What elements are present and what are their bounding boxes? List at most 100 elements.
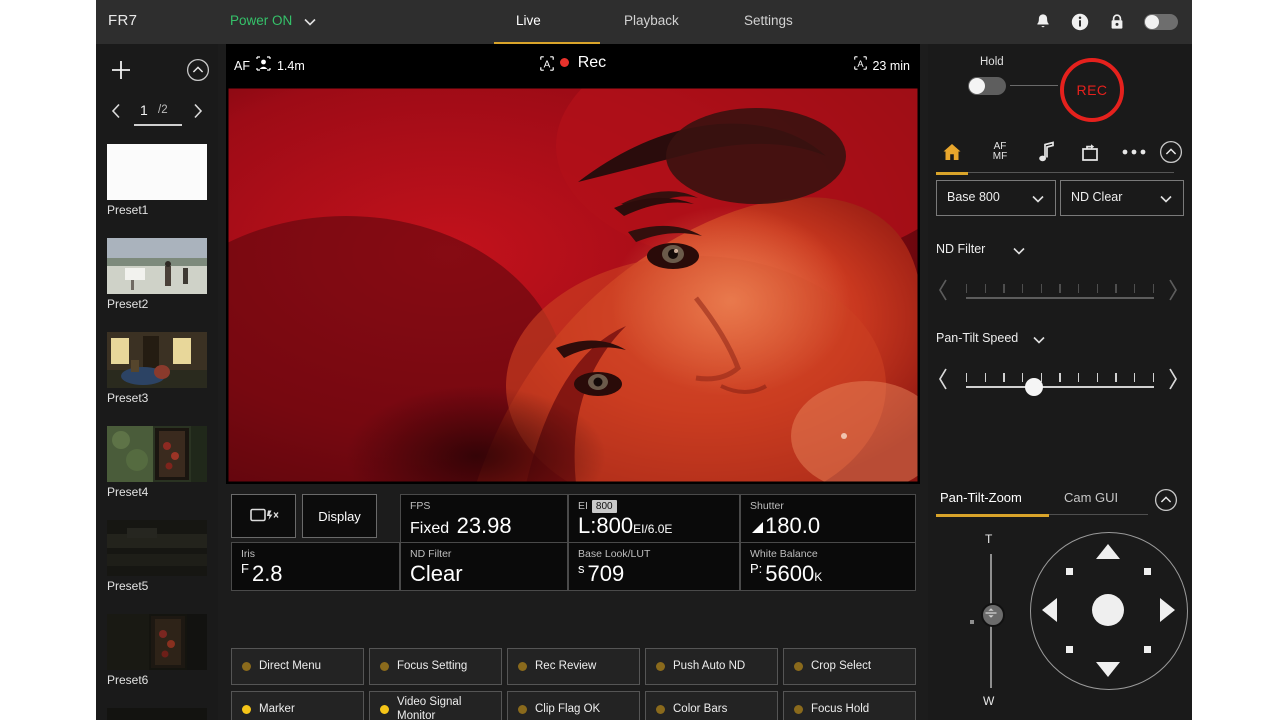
chevron-left-icon[interactable] <box>936 366 950 392</box>
status-cell-nd-filter[interactable]: ND Filter Clear <box>400 542 568 591</box>
page-underline <box>134 124 182 126</box>
zoom-slider[interactable]: T W <box>968 532 1014 712</box>
status-value: 180.0 <box>750 513 820 539</box>
dropdown-base-iso[interactable]: Base 800 <box>936 180 1056 216</box>
camera-flip-icon <box>1082 144 1098 161</box>
more-dots-icon <box>1122 149 1146 155</box>
tab-audio[interactable] <box>1032 136 1062 168</box>
square-dot-icon[interactable] <box>1066 568 1073 575</box>
preset-item[interactable]: Preset4 <box>96 426 218 520</box>
preset-item[interactable]: Preset5 <box>96 520 218 614</box>
hold-label: Hold <box>980 56 1004 68</box>
tab-more[interactable] <box>1118 136 1150 168</box>
triangle-down-icon[interactable] <box>1096 662 1120 682</box>
hold-toggle[interactable] <box>968 77 1006 95</box>
page-total: /2 <box>158 104 168 116</box>
preset-thumbnail[interactable] <box>107 144 207 200</box>
lock-toggle[interactable] <box>1144 14 1178 30</box>
triangle-right-icon[interactable] <box>1160 598 1175 627</box>
monitor-off-button[interactable] <box>231 494 296 538</box>
function-button[interactable]: Focus Hold <box>783 691 916 720</box>
chevron-right-icon[interactable] <box>1166 277 1180 303</box>
shutter-angle-icon <box>750 520 765 537</box>
function-button[interactable]: Marker <box>231 691 364 720</box>
function-button[interactable]: Crop Select <box>783 648 916 685</box>
preset-item[interactable]: Preset1 <box>96 144 218 238</box>
chevron-left-icon[interactable] <box>108 102 124 120</box>
tab-pan-tilt-zoom[interactable]: Pan-Tilt-Zoom <box>940 490 1022 505</box>
chevron-down-icon[interactable] <box>1011 244 1027 258</box>
status-cell-iris[interactable]: Iris F 2.8 <box>231 542 400 591</box>
function-button[interactable]: Rec Review <box>507 648 640 685</box>
zoom-knob[interactable] <box>981 602 1005 627</box>
slider-tick <box>1133 284 1136 293</box>
triangle-left-icon[interactable] <box>1042 598 1057 627</box>
panel-collapse-button[interactable] <box>1158 136 1184 168</box>
tab-camera-flip[interactable] <box>1074 136 1106 168</box>
preset-list[interactable]: Preset1 Preset2 Preset3 Preset4 Preset5 Prese… <box>96 144 218 720</box>
preset-thumbnail[interactable] <box>107 332 207 388</box>
function-button[interactable]: Direct Menu <box>231 648 364 685</box>
chevron-right-icon[interactable] <box>1166 366 1180 392</box>
display-button[interactable]: Display <box>302 494 377 538</box>
chevron-up-circle-icon[interactable] <box>186 58 210 82</box>
plus-icon[interactable] <box>108 57 134 83</box>
info-icon[interactable] <box>1070 12 1090 32</box>
square-dot-icon[interactable] <box>1066 646 1073 653</box>
status-value: F 2.8 <box>241 561 283 586</box>
pan-tilt-dpad[interactable] <box>1024 526 1192 694</box>
function-button[interactable]: Focus Setting <box>369 648 502 685</box>
ptz-collapse-button[interactable] <box>1154 488 1178 512</box>
status-cell-fps[interactable]: FPS Fixed 23.98 <box>400 494 568 543</box>
chevron-left-icon[interactable] <box>936 277 950 303</box>
preset-item[interactable]: Preset6 <box>96 614 218 708</box>
slider-tick <box>1077 373 1080 382</box>
tab-settings[interactable]: Settings <box>744 13 793 28</box>
zoom-wide-label: W <box>983 694 995 708</box>
status-cell-white-balance[interactable]: White Balance P: 5600K <box>740 542 916 591</box>
hold-connector <box>1010 85 1058 86</box>
tab-af-mf[interactable]: AF MF <box>984 136 1016 168</box>
nd-filter-section-label: ND Filter <box>936 242 986 256</box>
function-button[interactable]: Video Signal Monitor <box>369 691 502 720</box>
function-button[interactable]: Clip Flag OK <box>507 691 640 720</box>
square-dot-icon[interactable] <box>1144 646 1151 653</box>
slider-knob[interactable] <box>1024 378 1043 396</box>
status-value: s 709 <box>578 561 625 586</box>
square-dot-icon[interactable] <box>1144 568 1151 575</box>
rec-button[interactable]: REC <box>1060 58 1124 122</box>
preset-item[interactable]: Preset3 <box>96 332 218 426</box>
tab-live[interactable]: Live <box>516 13 541 28</box>
slider-tick <box>1040 284 1043 293</box>
preset-thumbnail[interactable] <box>107 708 207 720</box>
preset-thumbnail[interactable] <box>107 520 207 576</box>
tab-cam-gui[interactable]: Cam GUI <box>1064 490 1118 505</box>
chevron-up-circle-icon <box>1159 140 1183 164</box>
chevron-down-icon[interactable] <box>1031 333 1047 347</box>
preset-thumbnail[interactable] <box>107 426 207 482</box>
function-status-dot <box>380 705 389 714</box>
status-cell-base-look[interactable]: Base Look/LUT s 709 <box>568 542 740 591</box>
bell-icon[interactable] <box>1033 12 1053 32</box>
function-button[interactable]: Push Auto ND <box>645 648 778 685</box>
video-viewer[interactable]: AF 1.4m A Rec A 23 min <box>226 44 920 484</box>
pan-tilt-speed-slider[interactable] <box>928 359 1192 401</box>
home-icon <box>943 144 961 160</box>
dpad-center-icon[interactable] <box>1092 594 1124 626</box>
tab-playback[interactable]: Playback <box>624 13 679 28</box>
status-cell-shutter[interactable]: Shutter 180.0 <box>740 494 916 543</box>
tab-home[interactable] <box>936 136 968 168</box>
dropdown-nd[interactable]: ND Clear <box>1060 180 1184 216</box>
nd-filter-slider[interactable] <box>928 270 1192 312</box>
lock-icon[interactable] <box>1107 12 1127 32</box>
triangle-up-icon[interactable] <box>1096 544 1120 564</box>
chevron-right-icon[interactable] <box>190 102 206 120</box>
status-label: Iris <box>241 548 255 560</box>
function-button[interactable]: Color Bars <box>645 691 778 720</box>
status-cell-ei[interactable]: EI 800 L:800EI/6.0E <box>568 494 740 543</box>
preset-thumbnail[interactable] <box>107 614 207 670</box>
preset-item[interactable]: Preset7 <box>96 708 218 720</box>
preset-item[interactable]: Preset2 <box>96 238 218 332</box>
chevron-down-icon[interactable] <box>301 13 319 31</box>
preset-thumbnail[interactable] <box>107 238 207 294</box>
